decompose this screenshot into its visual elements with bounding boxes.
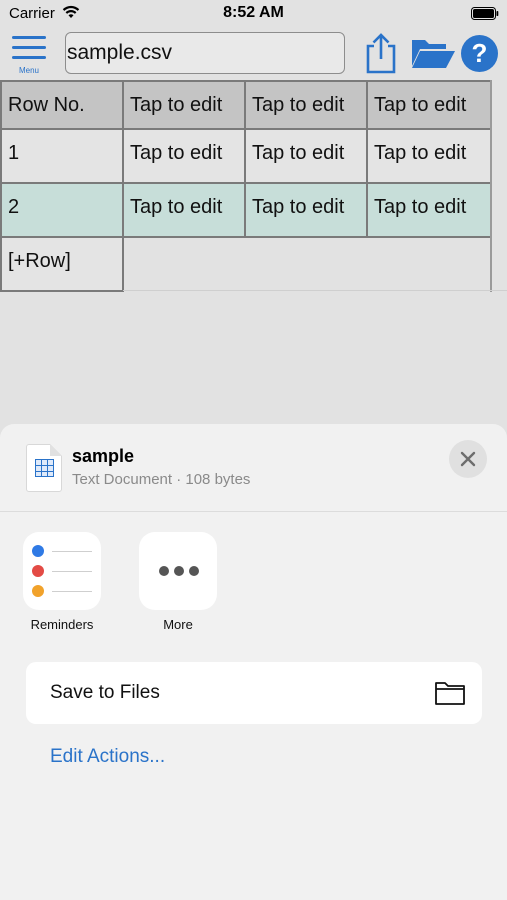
header-cell-row-no[interactable]: Row No. xyxy=(0,80,124,130)
toolbar: Menu sample.csv ? xyxy=(0,28,507,80)
table-cell[interactable]: Tap to edit xyxy=(122,182,246,238)
folder-icon xyxy=(434,680,466,711)
filename-field[interactable]: sample.csv xyxy=(65,32,345,74)
share-button[interactable] xyxy=(362,31,400,80)
more-label: More xyxy=(163,617,193,632)
table-cell[interactable]: Tap to edit xyxy=(122,128,246,184)
add-row-button[interactable]: [+Row] xyxy=(0,236,124,292)
battery-icon xyxy=(471,7,499,25)
spreadsheet-icon xyxy=(35,459,54,477)
document-title: sample xyxy=(72,446,135,466)
menu-button[interactable]: Menu xyxy=(10,33,48,75)
more-apps-button[interactable]: More xyxy=(138,532,218,632)
share-sheet: sample Text Document · 108 bytes Reminde… xyxy=(0,424,507,900)
header-cell[interactable]: Tap to edit xyxy=(244,80,368,130)
status-bar: Carrier 8:52 AM xyxy=(0,0,507,28)
clock: 8:52 AM xyxy=(223,4,284,21)
header-cell[interactable]: Tap to edit xyxy=(122,80,246,130)
save-to-files-button[interactable]: Save to Files xyxy=(26,662,482,724)
table-cell[interactable]: Tap to edit xyxy=(244,128,368,184)
table-cell[interactable]: Tap to edit xyxy=(244,182,368,238)
reminders-icon xyxy=(23,532,101,610)
row-number-cell[interactable]: 1 xyxy=(0,128,124,184)
edit-actions-link[interactable]: Edit Actions... xyxy=(50,746,165,768)
more-icon xyxy=(139,532,217,610)
row-number-cell[interactable]: 2 xyxy=(0,182,124,238)
grid-scroll-edge xyxy=(490,80,507,292)
close-icon xyxy=(460,451,476,467)
document-subtitle: Text Document · 108 bytes xyxy=(72,471,251,488)
document-icon xyxy=(26,444,62,492)
share-icon xyxy=(366,33,396,74)
sheet-divider xyxy=(0,511,507,512)
close-button[interactable] xyxy=(449,440,487,478)
grid-divider xyxy=(123,290,507,291)
hamburger-icon xyxy=(12,36,46,59)
folder-open-icon xyxy=(412,40,455,68)
open-folder-button[interactable] xyxy=(410,36,456,75)
table-cell[interactable]: Tap to edit xyxy=(366,182,492,238)
menu-label: Menu xyxy=(18,66,39,75)
header-cell[interactable]: Tap to edit xyxy=(366,80,492,130)
reminders-label: Reminders xyxy=(30,617,94,632)
table-cell[interactable]: Tap to edit xyxy=(366,128,492,184)
help-button[interactable]: ? xyxy=(461,35,498,72)
reminders-app-button[interactable]: Reminders xyxy=(22,532,102,632)
save-to-files-label: Save to Files xyxy=(50,682,160,703)
